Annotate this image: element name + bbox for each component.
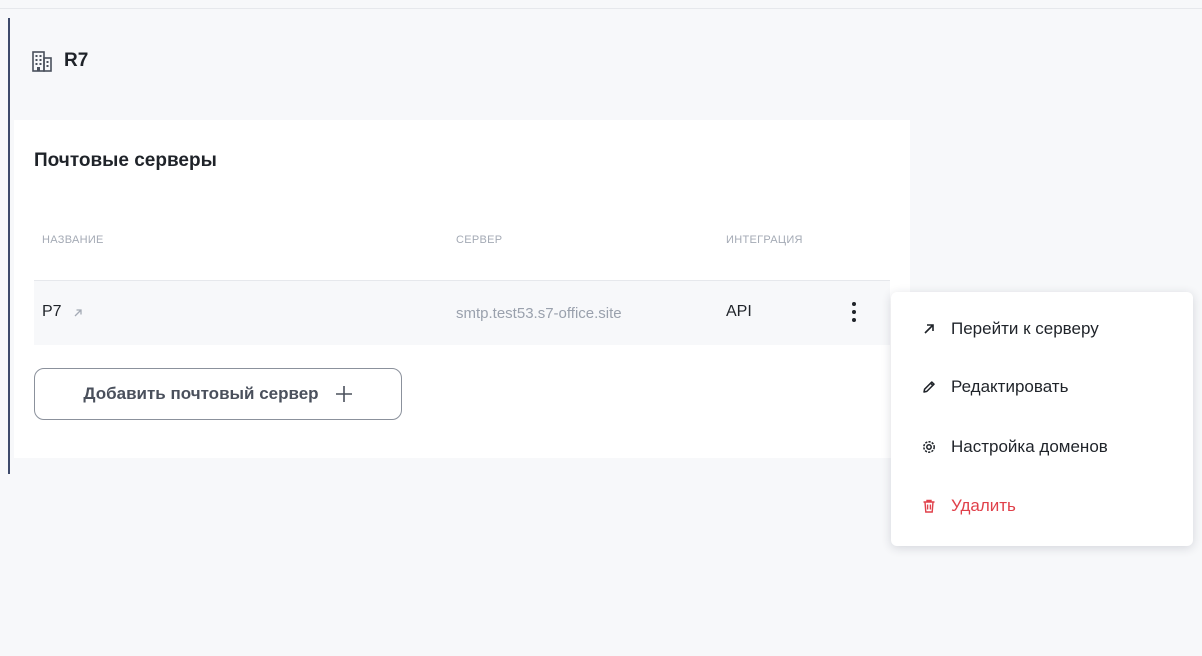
organization-name: R7: [64, 50, 89, 71]
column-header-server: СЕРВЕР: [456, 234, 503, 246]
menu-item-label: Перейти к серверу: [951, 319, 1099, 338]
column-header-integration: ИНТЕГРАЦИЯ: [726, 234, 803, 246]
building-icon: [32, 50, 52, 72]
page: R7 Почтовые серверы НАЗВАНИЕ СЕРВЕР ИНТЕ…: [0, 0, 1202, 656]
plus-icon: [335, 385, 353, 403]
menu-item-label: Редактировать: [951, 377, 1069, 396]
server-address: smtp.test53.s7-office.site: [456, 305, 622, 322]
column-header-name: НАЗВАНИЕ: [42, 234, 104, 246]
menu-item-delete[interactable]: Удалить: [891, 482, 1193, 530]
gear-icon: [921, 439, 937, 455]
add-mail-server-label: Добавить почтовый сервер: [83, 384, 319, 403]
integration-type: API: [726, 303, 752, 320]
left-rule: [8, 18, 10, 474]
menu-item-label: Настройка доменов: [951, 437, 1108, 456]
table-row[interactable]: P7 smtp.test53.s7-office.site API: [34, 281, 890, 345]
table-header: НАЗВАНИЕ СЕРВЕР ИНТЕГРАЦИЯ: [34, 234, 910, 254]
dot: [852, 310, 856, 314]
menu-item-edit[interactable]: Редактировать: [891, 363, 1193, 411]
card-title: Почтовые серверы: [34, 150, 217, 171]
menu-item-domain-settings[interactable]: Настройка доменов: [891, 423, 1193, 471]
top-divider: [0, 8, 1202, 9]
mail-servers-card: Почтовые серверы НАЗВАНИЕ СЕРВЕР ИНТЕГРА…: [14, 120, 910, 458]
external-link-icon: [72, 306, 84, 318]
trash-icon: [921, 498, 937, 514]
menu-item-label: Удалить: [951, 496, 1016, 515]
organization-header: R7: [32, 50, 88, 72]
pencil-icon: [921, 379, 937, 395]
dot: [852, 318, 856, 322]
menu-item-go-to-server[interactable]: Перейти к серверу: [891, 305, 1193, 353]
server-name: P7: [42, 303, 62, 320]
more-actions-button[interactable]: [842, 297, 866, 327]
dot: [852, 302, 856, 306]
server-name-link[interactable]: P7: [42, 303, 84, 321]
context-menu: Перейти к серверу Редактировать Настройк…: [891, 292, 1193, 546]
arrow-up-right-icon: [921, 321, 937, 337]
add-mail-server-button[interactable]: Добавить почтовый сервер: [34, 368, 402, 420]
